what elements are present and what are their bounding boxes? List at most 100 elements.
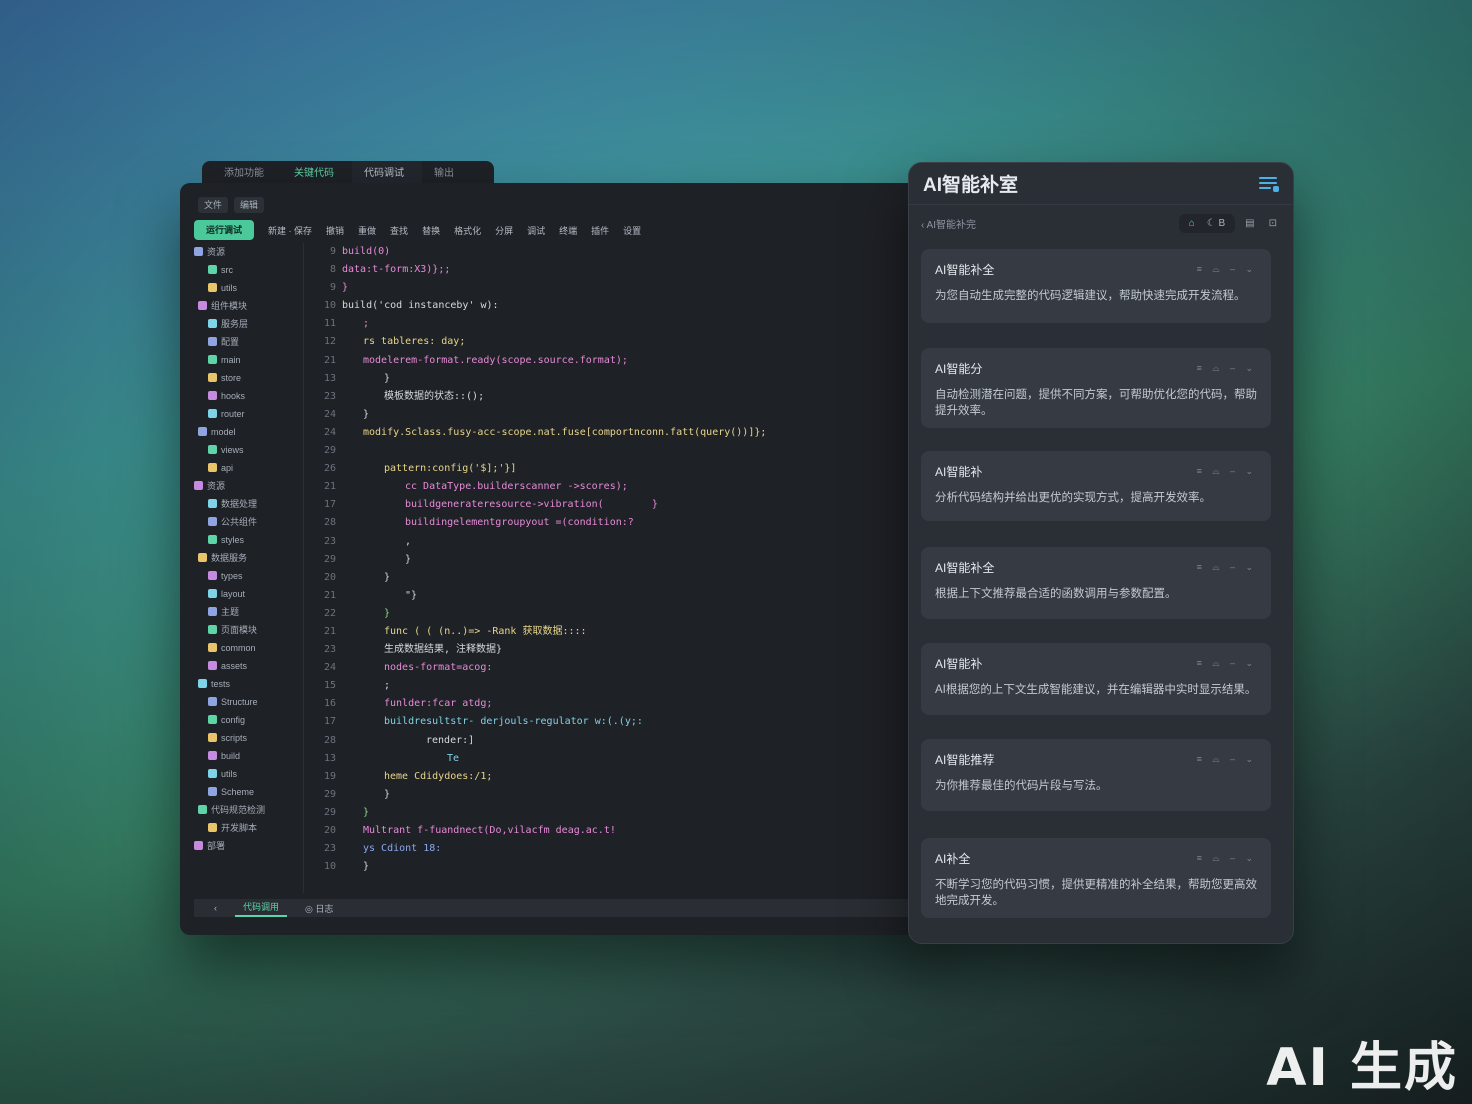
sidebar-item[interactable]: 页面模块 <box>194 621 303 639</box>
toolbar-item-2[interactable]: 重做 <box>358 224 376 237</box>
file-icon <box>208 589 217 598</box>
sidebar-item[interactable]: types <box>194 567 303 585</box>
line-number: 29 <box>323 788 336 800</box>
theme-toggle-icon[interactable]: ☾ B <box>1207 218 1225 229</box>
sidebar-item[interactable]: assets <box>194 657 303 675</box>
menu-file[interactable]: 文件 <box>198 197 229 213</box>
sidebar-item[interactable]: model <box>194 423 303 441</box>
code-line: pattern:config('$];'}] <box>384 463 517 475</box>
code-area[interactable]: build(0) data:t-form:X3)};;} build('cod in… <box>342 243 930 876</box>
card-header: AI智能分 ≡ ⌓ – ⌄ <box>935 360 1257 377</box>
file-icon <box>208 643 217 652</box>
sidebar-item[interactable]: styles <box>194 531 303 549</box>
toolbar-item-10[interactable]: 设置 <box>623 224 641 237</box>
toolbar-item-5[interactable]: 格式化 <box>454 224 481 237</box>
toolbar-item-6[interactable]: 分屏 <box>495 224 513 237</box>
suggestion-card[interactable]: AI补全 ≡ ⌓ – ⌄ 不断学习您的代码习惯，提供更精准的补全结果，帮助您更高效地… <box>921 838 1271 918</box>
sidebar-item[interactable]: 部署 <box>194 837 303 855</box>
sidebar-item[interactable]: hooks <box>194 387 303 405</box>
code-line: ys Cdiont 18: <box>363 843 442 855</box>
sidebar-item[interactable]: main <box>194 351 303 369</box>
sidebar-item[interactable]: tests <box>194 675 303 693</box>
sidebar-item-label: utils <box>221 769 238 779</box>
code-line: } <box>363 806 370 818</box>
ai-panel-subbar: ‹ AI智能补完 ⌂ ☾ B ▤ ⊡ <box>909 205 1293 241</box>
sidebar-item[interactable]: api <box>194 459 303 477</box>
code-line: } <box>405 553 412 565</box>
suggestion-card[interactable]: AI智能补 ≡ ⌓ – ⌄ AI根据您的上下文生成智能建议，并在编辑器中实时显示结果… <box>921 643 1271 715</box>
sidebar-item[interactable]: 配置 <box>194 333 303 351</box>
sidebar-item-label: 公共组件 <box>221 517 258 527</box>
line-number: 24 <box>323 408 336 420</box>
bottom-tab-log[interactable]: ◎ 日志 <box>305 902 333 915</box>
breadcrumb[interactable]: ‹ AI智能补完 <box>921 216 976 231</box>
code-line: buildgenerateresource->vibration( } <box>405 499 658 511</box>
toolbar-item-0[interactable]: 新建 · 保存 <box>268 224 312 237</box>
sidebar-item[interactable]: 服务层 <box>194 315 303 333</box>
sidebar-item[interactable]: scripts <box>194 729 303 747</box>
suggestion-card[interactable]: AI智能分 ≡ ⌓ – ⌄ 自动检测潜在问题，提供不同方案，可帮助优化您的代码，帮助… <box>921 348 1271 428</box>
sidebar-item-label: store <box>221 373 242 383</box>
list-view-icon[interactable]: ▤ <box>1241 214 1258 233</box>
code-line: rs tableres: day; <box>363 336 466 348</box>
line-number: 28 <box>323 517 336 529</box>
toolbar-item-8[interactable]: 终端 <box>559 224 577 237</box>
card-actions-icon[interactable]: ≡ ⌓ – ⌄ <box>1197 264 1257 275</box>
file-icon <box>208 463 217 472</box>
sidebar-item[interactable]: common <box>194 639 303 657</box>
sidebar-item[interactable]: views <box>194 441 303 459</box>
sidebar-item[interactable]: 开发脚本 <box>194 819 303 837</box>
sidebar-item[interactable]: router <box>194 405 303 423</box>
sidebar-item[interactable]: 主题 <box>194 603 303 621</box>
card-actions-icon[interactable]: ≡ ⌓ – ⌄ <box>1197 562 1257 573</box>
card-actions-icon[interactable]: ≡ ⌓ – ⌄ <box>1197 658 1257 669</box>
line-number: 13 <box>323 372 336 384</box>
suggestion-card[interactable]: AI智能补全 ≡ ⌓ – ⌄ 根据上下文推荐最合适的函数调用与参数配置。 <box>921 547 1271 619</box>
toolbar-item-9[interactable]: 插件 <box>591 224 609 237</box>
sidebar-item[interactable]: store <box>194 369 303 387</box>
line-number: 28 <box>323 734 336 746</box>
list-menu-icon[interactable] <box>1259 176 1279 192</box>
line-number: 23 <box>323 843 336 855</box>
card-actions-icon[interactable]: ≡ ⌓ – ⌄ <box>1197 466 1257 477</box>
toolbar-item-7[interactable]: 调试 <box>527 224 545 237</box>
sidebar-item[interactable]: 公共组件 <box>194 513 303 531</box>
collapse-button[interactable]: ‹ <box>214 903 217 913</box>
card-actions-icon[interactable]: ≡ ⌓ – ⌄ <box>1197 363 1257 374</box>
sidebar-item[interactable]: 资源 <box>194 243 303 261</box>
card-actions-icon[interactable]: ≡ ⌓ – ⌄ <box>1197 853 1257 864</box>
sidebar-item[interactable]: src <box>194 261 303 279</box>
sidebar-item[interactable]: layout <box>194 585 303 603</box>
toolbar-item-3[interactable]: 查找 <box>390 224 408 237</box>
suggestion-card[interactable]: AI智能补全 ≡ ⌓ – ⌄ 为您自动生成完整的代码逻辑建议，帮助快速完成开发流程。 <box>921 249 1271 323</box>
home-icon[interactable]: ⌂ <box>1189 218 1195 229</box>
sidebar-item[interactable]: 数据处理 <box>194 495 303 513</box>
toolbar-item-4[interactable]: 替换 <box>422 224 440 237</box>
sidebar-item[interactable]: Scheme <box>194 783 303 801</box>
file-icon <box>208 499 217 508</box>
run-debug-button[interactable]: 运行调试 <box>194 220 255 240</box>
card-header: AI补全 ≡ ⌓ – ⌄ <box>935 850 1257 867</box>
expand-icon[interactable]: ⊡ <box>1265 214 1281 233</box>
card-actions-icon[interactable]: ≡ ⌓ – ⌄ <box>1197 754 1257 765</box>
toolbar-item-1[interactable]: 撤销 <box>326 224 344 237</box>
line-number: 23 <box>323 644 336 656</box>
sidebar-item[interactable]: utils <box>194 279 303 297</box>
menu-edit[interactable]: 编辑 <box>234 197 265 213</box>
suggestion-card[interactable]: AI智能补 ≡ ⌓ – ⌄ 分析代码结构并给出更优的实现方式，提高开发效率。 <box>921 451 1271 521</box>
suggestion-card[interactable]: AI智能推荐 ≡ ⌓ – ⌄ 为你推荐最佳的代码片段与写法。 <box>921 739 1271 811</box>
sidebar-item[interactable]: Structure <box>194 693 303 711</box>
sidebar-item[interactable]: config <box>194 711 303 729</box>
bottom-tab-active[interactable]: 代码调用 <box>235 899 288 917</box>
sidebar-item-label: 代码规范检测 <box>211 805 266 815</box>
line-number: 26 <box>323 463 336 475</box>
sidebar-item[interactable]: build <box>194 747 303 765</box>
sidebar-item[interactable]: 资源 <box>194 477 303 495</box>
file-icon <box>194 841 203 850</box>
code-line: modify.Sclass.fusy-acc-scope.nat.fuse[co… <box>363 426 767 438</box>
sidebar-item[interactable]: 代码规范检测 <box>194 801 303 819</box>
sidebar-item[interactable]: 组件模块 <box>194 297 303 315</box>
sidebar-item[interactable]: utils <box>194 765 303 783</box>
sidebar-item[interactable]: 数据服务 <box>194 549 303 567</box>
